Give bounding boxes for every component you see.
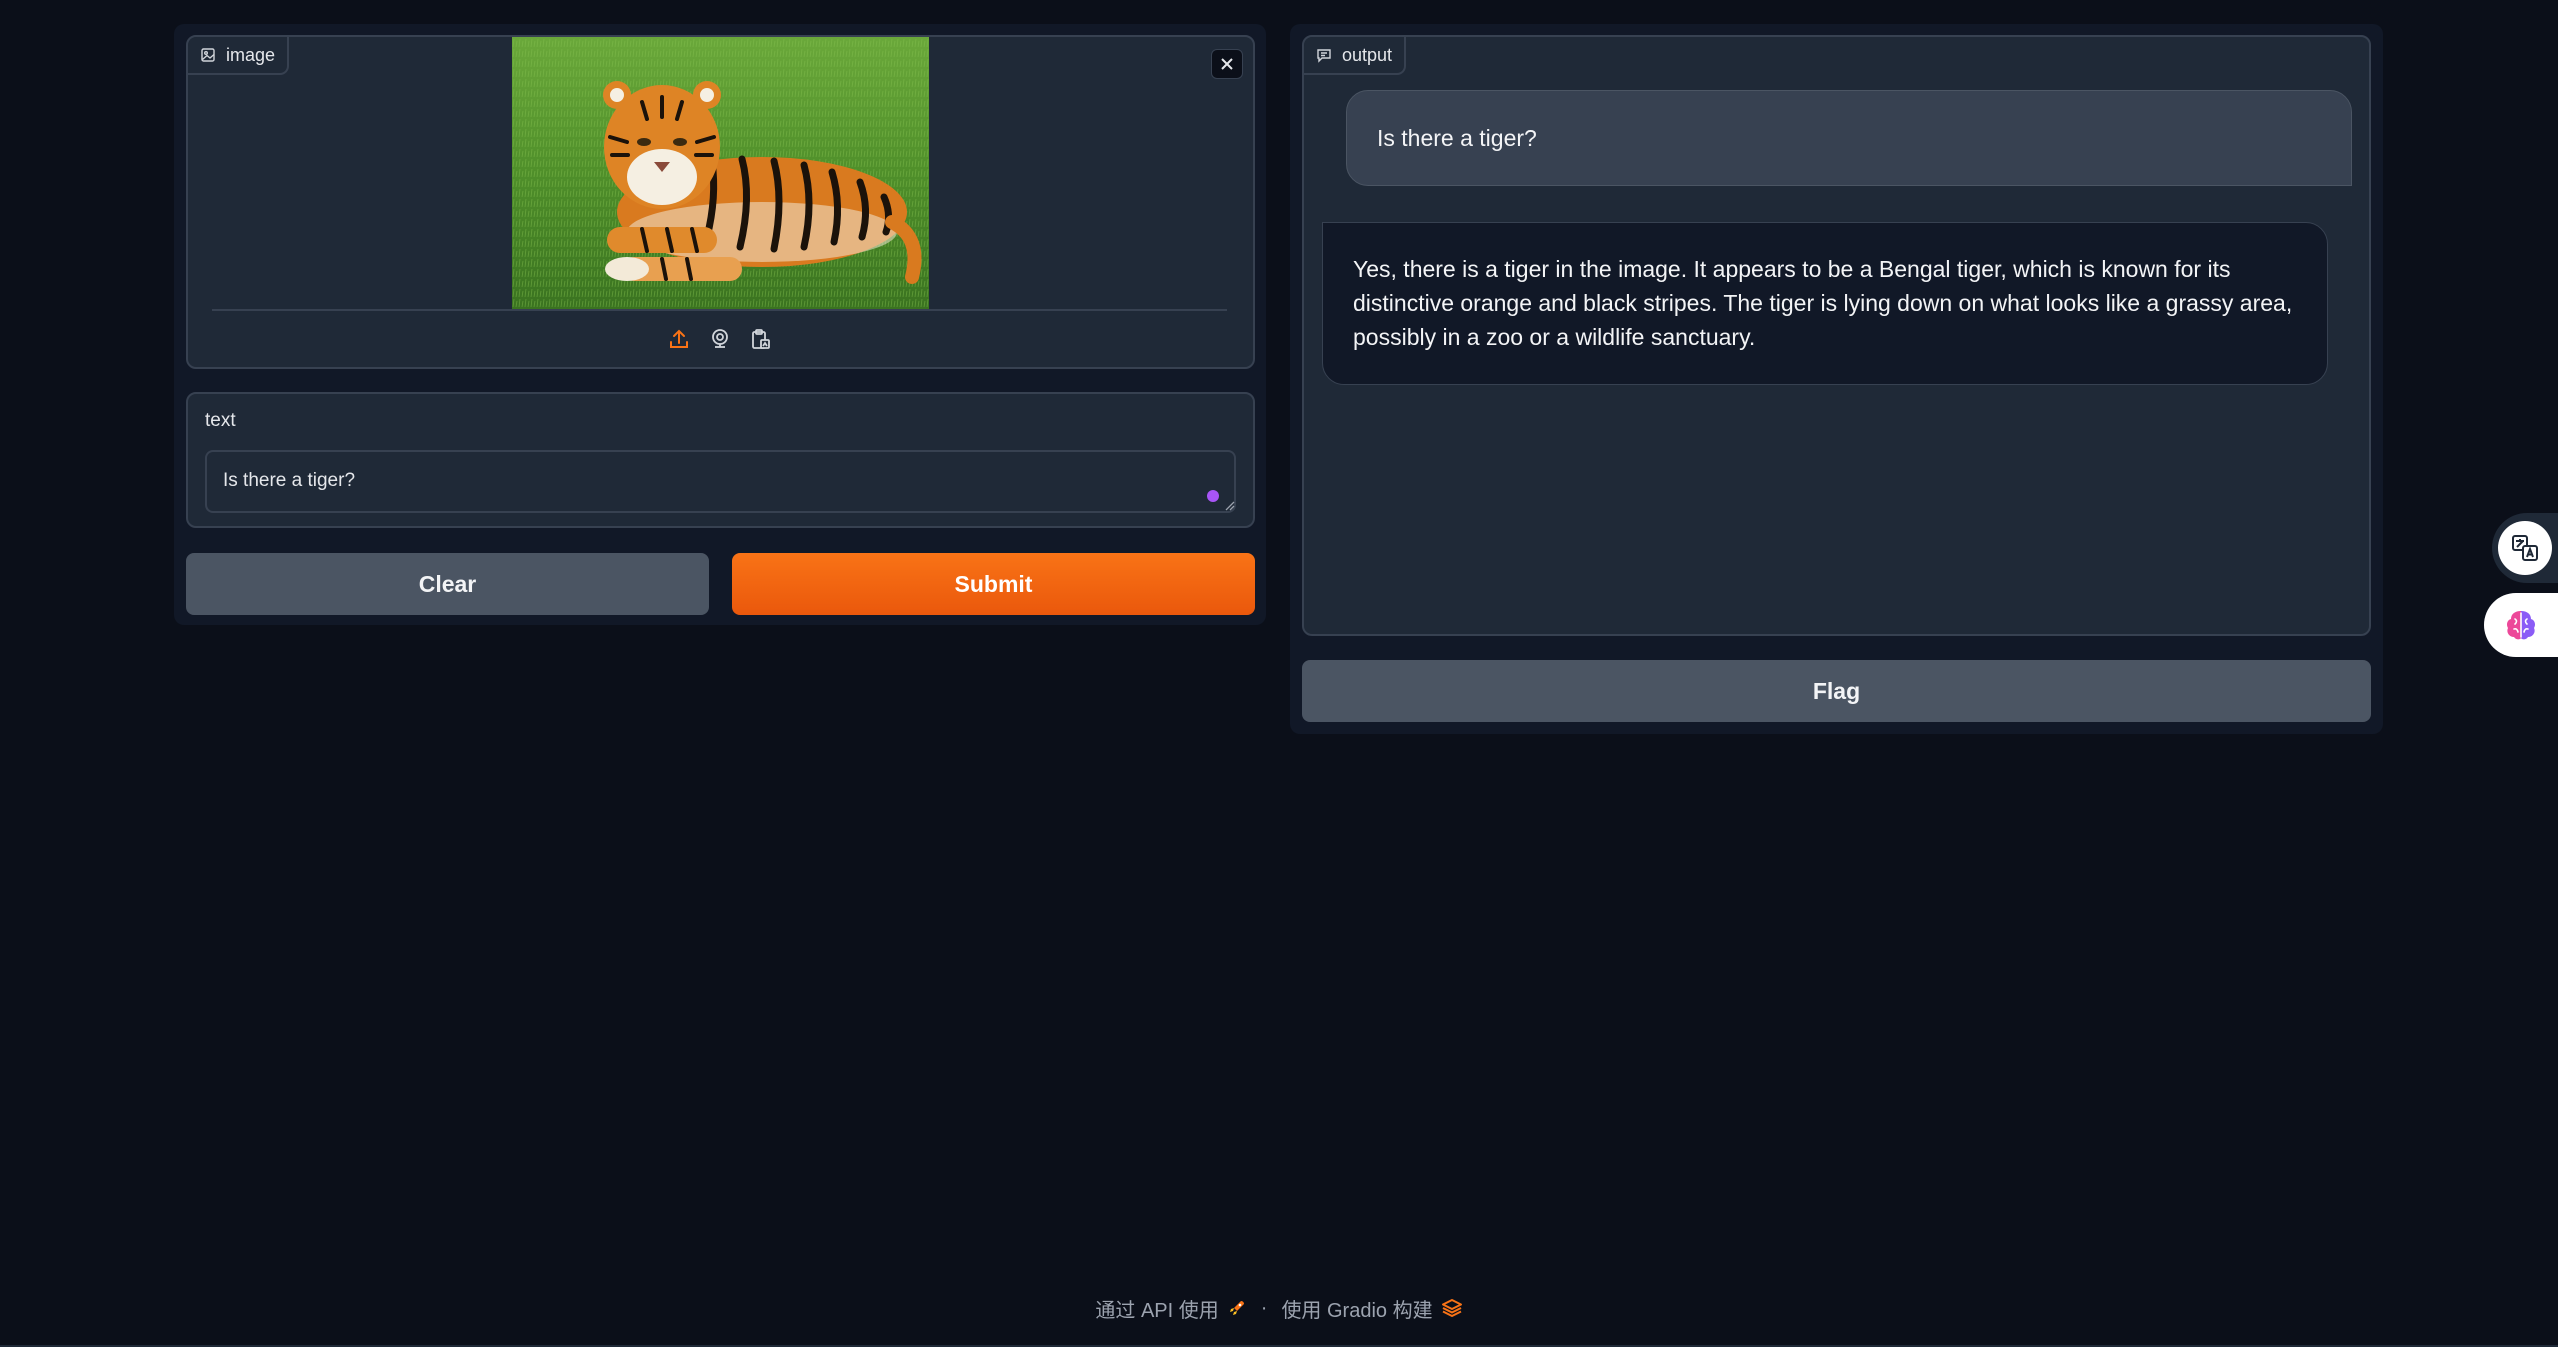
upload-icon[interactable] <box>666 326 692 352</box>
user-message-text: Is there a tiger? <box>1377 125 1537 151</box>
footer: 通过 API 使用 · 使用 Gradio 构建 <box>0 1293 2558 1323</box>
status-dot <box>1207 490 1219 502</box>
submit-button[interactable]: Submit <box>732 553 1255 615</box>
flag-button[interactable]: Flag <box>1302 660 2371 722</box>
bot-message: Yes, there is a tiger in the image. It a… <box>1322 222 2328 385</box>
image-label: image <box>226 44 276 65</box>
close-icon <box>1221 58 1233 70</box>
user-message: Is there a tiger? <box>1346 90 2352 186</box>
text-label: text <box>205 410 236 431</box>
chat-icon <box>1317 49 1331 63</box>
api-link[interactable]: 通过 API 使用 <box>1095 1294 1246 1323</box>
translate-button[interactable] <box>2492 513 2558 583</box>
resize-handle-icon[interactable] <box>1221 497 1235 511</box>
uploaded-tiger-image <box>512 37 929 309</box>
output-label-chip: output <box>1304 37 1407 75</box>
clear-image-button[interactable] <box>1211 49 1243 79</box>
image-icon <box>201 48 215 62</box>
clear-button[interactable]: Clear <box>186 553 709 615</box>
api-link-text: 通过 API 使用 <box>1095 1299 1219 1322</box>
image-label-chip: image <box>188 37 290 75</box>
ai-assistant-button[interactable] <box>2484 593 2558 657</box>
webcam-icon[interactable] <box>707 326 733 352</box>
gradio-link-text: 使用 Gradio 构建 <box>1281 1299 1433 1322</box>
bot-message-text: Yes, there is a tiger in the image. It a… <box>1353 256 2293 350</box>
rocket-icon <box>1229 1301 1244 1315</box>
output-label: output <box>1342 44 1393 65</box>
image-divider <box>212 309 1227 311</box>
text-input[interactable] <box>205 450 1236 513</box>
footer-separator: · <box>1260 1296 1268 1319</box>
clipboard-icon[interactable] <box>747 326 773 352</box>
translate-icon <box>2512 535 2538 561</box>
gradio-link[interactable]: 使用 Gradio 构建 <box>1281 1294 1462 1323</box>
gradio-logo-icon <box>1441 1299 1462 1317</box>
brain-icon <box>2507 611 2535 640</box>
